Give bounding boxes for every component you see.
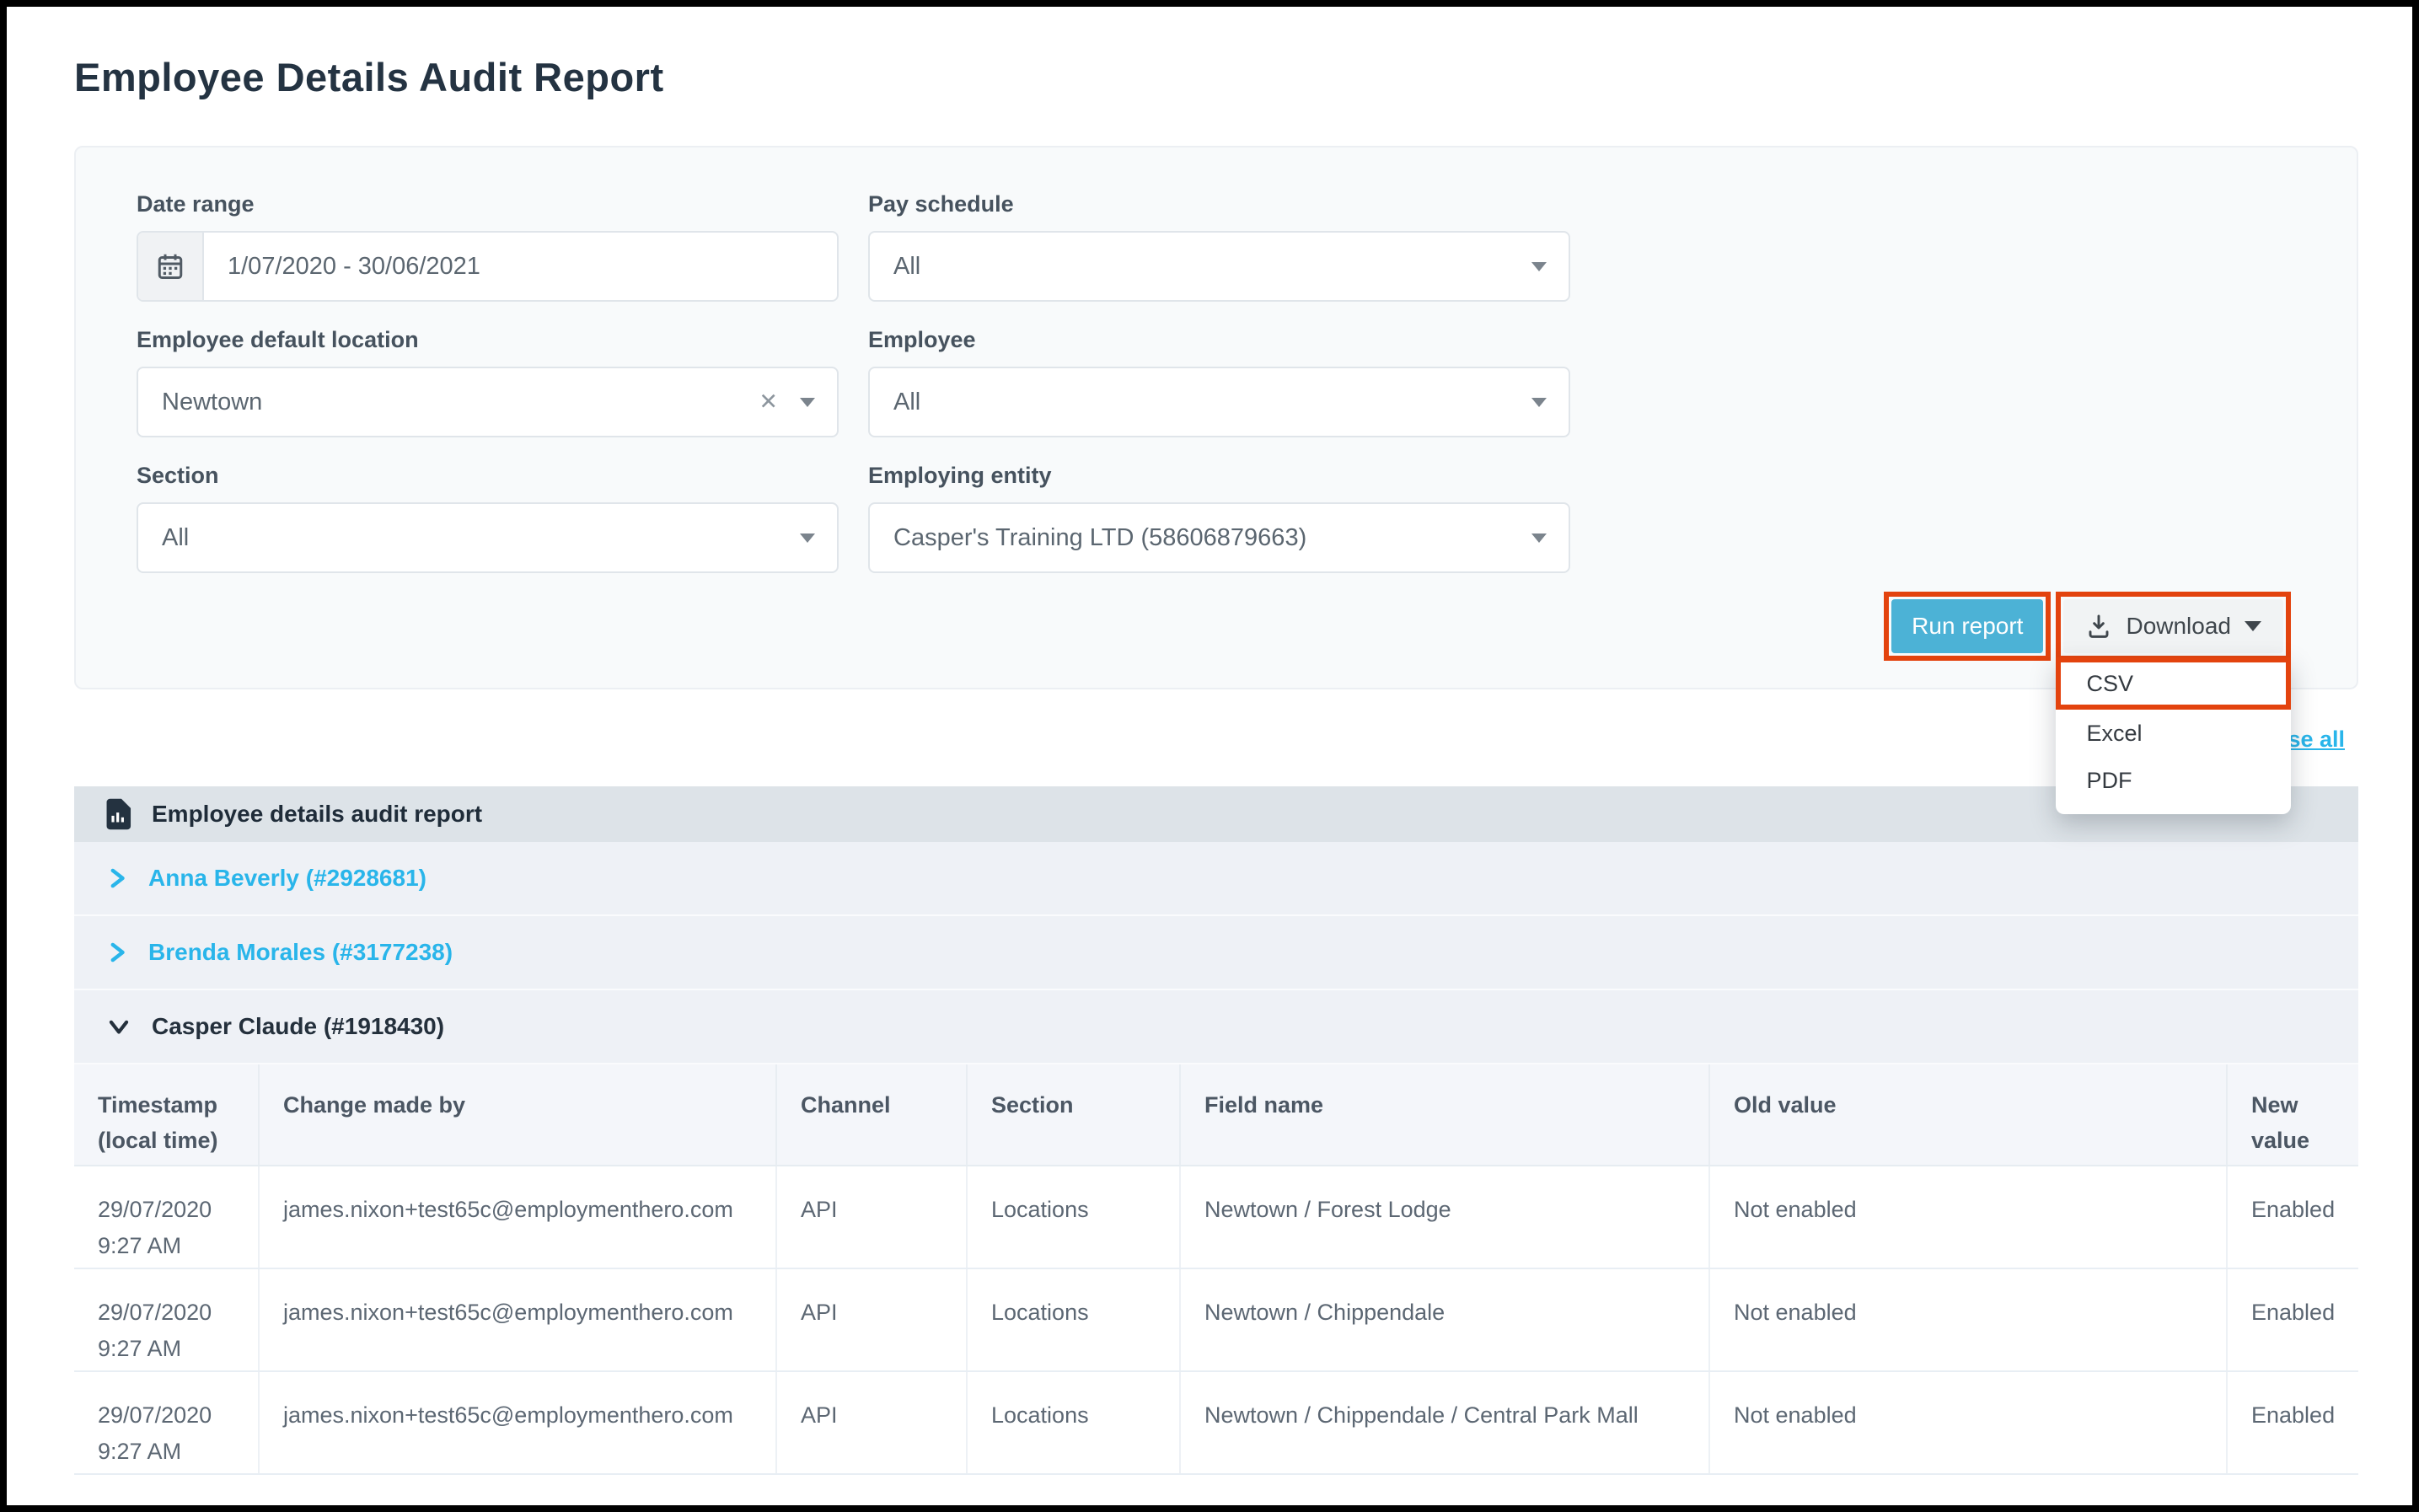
page-title: Employee Details Audit Report xyxy=(74,54,664,100)
field-employing-entity: Employing entity Casper's Training LTD (… xyxy=(868,463,1570,573)
run-report-button[interactable]: Run report xyxy=(1891,599,2043,653)
date-range-label: Date range xyxy=(137,191,839,217)
date-range-input[interactable]: 1/07/2020 - 30/06/2021 xyxy=(137,231,839,302)
pay-schedule-select[interactable]: All xyxy=(868,231,1570,302)
field-date-range: Date range xyxy=(137,191,839,302)
employee-label: Employee xyxy=(868,327,1570,353)
download-icon xyxy=(2085,613,2112,640)
section-value: All xyxy=(138,524,189,552)
col-section: Section xyxy=(967,1064,1180,1166)
calendar-icon xyxy=(138,233,204,300)
field-pay-schedule: Pay schedule All xyxy=(868,191,1570,302)
chevron-down-icon xyxy=(800,398,815,407)
employee-default-location-value: Newtown xyxy=(138,389,262,416)
chevron-down-icon xyxy=(108,1017,130,1036)
cell-old-value: Not enabled xyxy=(1709,1268,2227,1371)
employee-row-casper[interactable]: Casper Claude (#1918430) xyxy=(74,990,2358,1064)
col-channel: Channel xyxy=(776,1064,967,1166)
cell-channel: API xyxy=(776,1371,967,1474)
download-menu: CSV Excel PDF xyxy=(2056,657,2291,814)
menu-item-csv[interactable]: CSV xyxy=(2056,657,2291,710)
cell-section: Locations xyxy=(967,1268,1180,1371)
report-document-icon xyxy=(105,798,131,830)
employee-name: Anna Beverly (#2928681) xyxy=(148,865,426,892)
cell-changed-by: james.nixon+test65c@employmenthero.com xyxy=(259,1166,776,1268)
employee-default-location-select[interactable]: Newtown ✕ xyxy=(137,367,839,437)
report-header-title: Employee details audit report xyxy=(152,801,482,828)
chevron-down-icon xyxy=(1531,398,1547,407)
employee-select[interactable]: All xyxy=(868,367,1570,437)
download-annotation: Download CSV Excel PDF xyxy=(2056,592,2291,661)
col-timestamp: Timestamp (local time) xyxy=(74,1064,259,1166)
cell-channel: API xyxy=(776,1166,967,1268)
chevron-right-icon xyxy=(108,867,126,889)
cell-old-value: Not enabled xyxy=(1709,1166,2227,1268)
employing-entity-value: Casper's Training LTD (58606879663) xyxy=(870,524,1306,552)
employing-entity-label: Employing entity xyxy=(868,463,1570,489)
cell-section: Locations xyxy=(967,1371,1180,1474)
cell-section: Locations xyxy=(967,1166,1180,1268)
app-window: Employee Details Audit Report Date range xyxy=(0,0,2419,1512)
col-field-name: Field name xyxy=(1180,1064,1709,1166)
report-section: Employee details audit report Anna Bever… xyxy=(74,786,2358,1475)
chevron-down-icon xyxy=(1531,262,1547,271)
cell-channel: API xyxy=(776,1268,967,1371)
employee-name: Casper Claude (#1918430) xyxy=(152,1013,444,1040)
report-header: Employee details audit report xyxy=(74,786,2358,842)
employee-value: All xyxy=(870,389,920,416)
cell-new-value: Enabled xyxy=(2227,1371,2358,1474)
section-label: Section xyxy=(137,463,839,489)
cell-changed-by: james.nixon+test65c@employmenthero.com xyxy=(259,1371,776,1474)
employee-name: Brenda Morales (#3177238) xyxy=(148,939,453,966)
download-button-label: Download xyxy=(2126,613,2231,640)
audit-table: Timestamp (local time) Change made by Ch… xyxy=(74,1064,2358,1475)
col-new-value: New value xyxy=(2227,1064,2358,1166)
pay-schedule-value: All xyxy=(870,253,920,281)
menu-item-excel[interactable]: Excel xyxy=(2056,710,2291,757)
table-header-row: Timestamp (local time) Change made by Ch… xyxy=(74,1064,2358,1166)
pay-schedule-label: Pay schedule xyxy=(868,191,1570,217)
clear-icon[interactable]: ✕ xyxy=(759,389,778,416)
employing-entity-select[interactable]: Casper's Training LTD (58606879663) xyxy=(868,502,1570,573)
field-employee: Employee All xyxy=(868,327,1570,437)
chevron-down-icon xyxy=(1531,533,1547,543)
cell-old-value: Not enabled xyxy=(1709,1371,2227,1474)
chevron-right-icon xyxy=(108,941,126,963)
filter-panel: Date range xyxy=(74,146,2358,689)
table-row: 29/07/2020 9:27 AM james.nixon+test65c@e… xyxy=(74,1166,2358,1268)
cell-new-value: Enabled xyxy=(2227,1166,2358,1268)
cell-changed-by: james.nixon+test65c@employmenthero.com xyxy=(259,1268,776,1371)
menu-item-pdf[interactable]: PDF xyxy=(2056,757,2291,804)
field-section: Section All xyxy=(137,463,839,573)
table-row: 29/07/2020 9:27 AM james.nixon+test65c@e… xyxy=(74,1268,2358,1371)
cell-field-name: Newtown / Forest Lodge xyxy=(1180,1166,1709,1268)
cell-new-value: Enabled xyxy=(2227,1268,2358,1371)
chevron-down-icon xyxy=(800,533,815,543)
employee-row-brenda[interactable]: Brenda Morales (#3177238) xyxy=(74,916,2358,990)
field-employee-default-location: Employee default location Newtown ✕ xyxy=(137,327,839,437)
download-button[interactable]: Download xyxy=(2063,599,2283,653)
date-range-value: 1/07/2020 - 30/06/2021 xyxy=(204,253,480,281)
cell-field-name: Newtown / Chippendale xyxy=(1180,1268,1709,1371)
caret-down-icon xyxy=(2245,621,2261,631)
col-changed-by: Change made by xyxy=(259,1064,776,1166)
employee-default-location-label: Employee default location xyxy=(137,327,839,353)
cell-timestamp: 29/07/2020 9:27 AM xyxy=(74,1166,259,1268)
employee-row-anna[interactable]: Anna Beverly (#2928681) xyxy=(74,842,2358,916)
col-old-value: Old value xyxy=(1709,1064,2227,1166)
cell-field-name: Newtown / Chippendale / Central Park Mal… xyxy=(1180,1371,1709,1474)
cell-timestamp: 29/07/2020 9:27 AM xyxy=(74,1268,259,1371)
run-report-annotation: Run report xyxy=(1884,592,2051,661)
report-actions: Run report Download CSV Excel PDF xyxy=(1884,592,2291,661)
section-select[interactable]: All xyxy=(137,502,839,573)
cell-timestamp: 29/07/2020 9:27 AM xyxy=(74,1371,259,1474)
table-row: 29/07/2020 9:27 AM james.nixon+test65c@e… xyxy=(74,1371,2358,1474)
